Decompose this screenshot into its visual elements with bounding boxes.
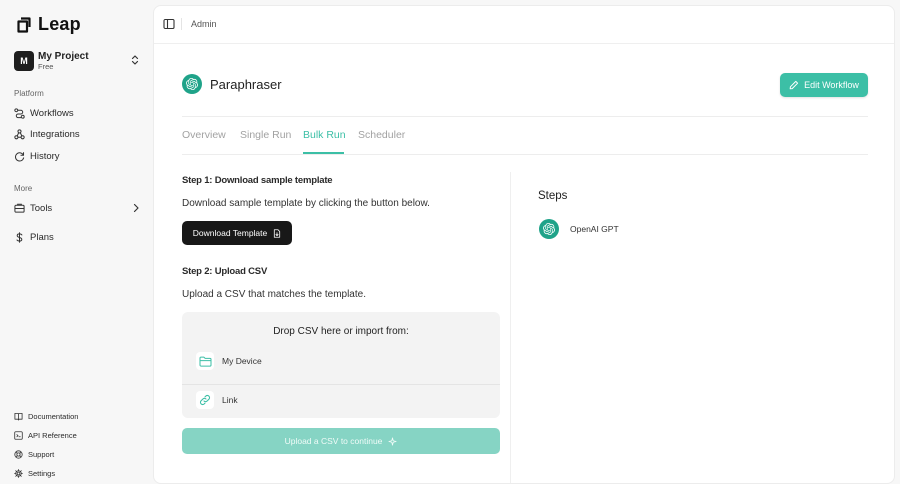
step-item-openai-gpt[interactable]: OpenAI GPT <box>539 219 619 239</box>
footer-item-label: Documentation <box>28 411 79 421</box>
sidebar-item-label: Plans <box>30 231 54 243</box>
sidebar-item-label: Integrations <box>30 128 80 140</box>
project-avatar: M <box>14 51 34 71</box>
tab-single-run[interactable]: Single Run <box>240 129 291 141</box>
csv-dropzone[interactable]: Drop CSV here or import from: My Device … <box>182 312 500 418</box>
leap-logo-icon <box>17 16 31 33</box>
sidebar-item-label: History <box>30 150 60 162</box>
page-title: Paraphraser <box>210 77 282 92</box>
download-template-button[interactable]: Download Template <box>182 221 292 245</box>
dollar-icon <box>16 231 23 243</box>
integrations-icon <box>14 128 25 139</box>
edit-workflow-button[interactable]: Edit Workflow <box>780 73 868 97</box>
tab-bulk-run[interactable]: Bulk Run <box>303 129 346 141</box>
workflow-icon <box>14 107 25 119</box>
import-my-device[interactable]: My Device <box>196 352 262 370</box>
footer-item-settings[interactable]: Settings <box>14 467 140 479</box>
brand-name: Leap <box>38 14 81 34</box>
footer-item-documentation[interactable]: Documentation <box>14 410 140 422</box>
breadcrumb-separator <box>181 18 182 30</box>
sidebar-item-integrations[interactable]: Integrations <box>14 126 140 142</box>
step1-description: Download sample template by clicking the… <box>182 198 430 209</box>
step2-title: Step 2: Upload CSV <box>182 266 268 277</box>
tabs-divider <box>182 154 868 155</box>
footer-item-support[interactable]: Support <box>14 448 140 460</box>
sidebar-item-workflows[interactable]: Workflows <box>14 105 140 121</box>
header-divider <box>182 116 868 117</box>
platform-section-label: Platform <box>14 89 44 98</box>
project-plan: Free <box>38 62 54 71</box>
import-option-label: Link <box>222 395 238 405</box>
column-divider <box>510 172 511 483</box>
file-download-icon <box>274 228 281 238</box>
import-option-label: My Device <box>222 356 262 366</box>
step1-title: Step 1: Download sample template <box>182 175 333 186</box>
chevrons-up-down-icon <box>131 55 139 65</box>
sidebar-item-label: Workflows <box>30 107 74 119</box>
sidebar-toggle-icon[interactable] <box>163 18 175 30</box>
lifebuoy-icon <box>14 449 23 459</box>
project-name: My Project <box>38 51 89 62</box>
topbar: Admin <box>154 6 894 44</box>
brand-logo[interactable]: Leap <box>16 14 81 35</box>
openai-icon <box>539 219 559 239</box>
upload-csv-button[interactable]: Upload a CSV to continue <box>182 428 500 454</box>
upload-csv-label: Upload a CSV to continue <box>284 436 383 446</box>
code-icon <box>14 430 23 440</box>
download-template-label: Download Template <box>192 228 268 238</box>
tab-overview[interactable]: Overview <box>182 129 226 141</box>
dropzone-divider <box>182 384 500 385</box>
link-icon <box>199 394 211 406</box>
history-icon <box>15 151 25 161</box>
folder-icon <box>198 356 212 367</box>
footer-item-api-reference[interactable]: API Reference <box>14 429 140 441</box>
sidebar-item-tools[interactable]: Tools <box>14 200 140 216</box>
edit-workflow-label: Edit Workflow <box>804 80 859 90</box>
gear-icon <box>14 468 23 478</box>
project-switcher[interactable]: M My Project Free <box>14 50 140 72</box>
footer-item-label: Settings <box>28 468 56 478</box>
tab-scheduler[interactable]: Scheduler <box>358 129 405 141</box>
dropzone-title: Drop CSV here or import from: <box>273 326 409 337</box>
breadcrumb[interactable]: Admin <box>191 19 217 29</box>
steps-title: Steps <box>538 190 568 202</box>
sidebar: Leap M My Project Free Platform Workflow… <box>0 0 152 484</box>
tools-icon <box>14 203 25 213</box>
sparkles-icon <box>388 436 397 446</box>
main-panel: Admin Paraphraser Edit Workflow Overview… <box>153 5 895 484</box>
footer-item-label: API Reference <box>28 430 77 440</box>
step-item-label: OpenAI GPT <box>570 224 619 234</box>
pencil-icon <box>789 80 799 90</box>
book-icon <box>14 412 23 421</box>
more-section-label: More <box>14 184 33 193</box>
sidebar-item-history[interactable]: History <box>14 148 140 164</box>
chevron-right-icon <box>133 203 139 213</box>
openai-icon <box>182 74 202 94</box>
footer-item-label: Support <box>28 449 55 459</box>
import-link[interactable]: Link <box>196 391 238 409</box>
sidebar-item-label: Tools <box>30 202 53 214</box>
step2-description: Upload a CSV that matches the template. <box>182 289 366 300</box>
sidebar-item-plans[interactable]: Plans <box>14 229 140 245</box>
